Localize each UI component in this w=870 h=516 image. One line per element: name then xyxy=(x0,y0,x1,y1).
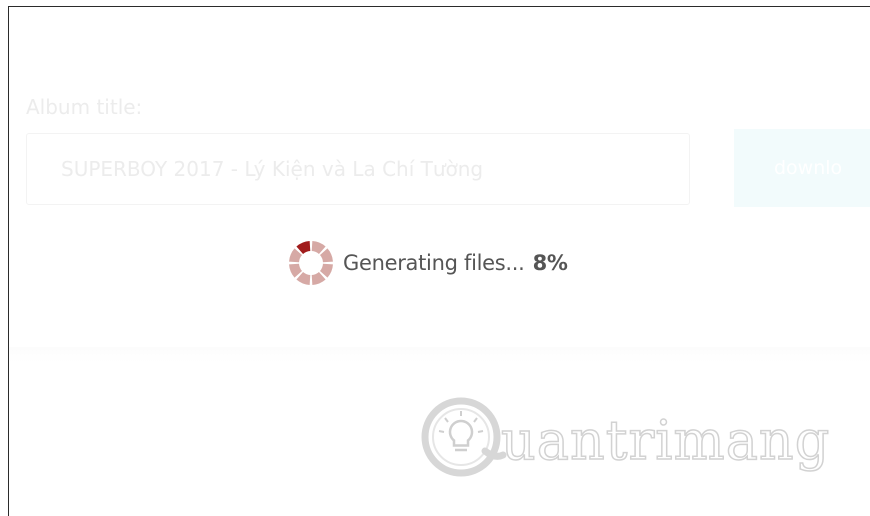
spinner-segment xyxy=(319,263,333,278)
spinner-segment xyxy=(311,271,326,285)
spinner-segment xyxy=(319,248,333,263)
lightbulb-logo-icon xyxy=(421,397,507,477)
watermark: uantrimang xyxy=(415,387,830,487)
status-percent: 8% xyxy=(532,251,568,275)
spinner-segment xyxy=(289,263,303,278)
download-panel: Album title: SUPERBOY 2017 - Lý Kiện và … xyxy=(9,7,870,347)
generating-status: Generating files... 8% xyxy=(287,239,568,287)
spinner-active-segment xyxy=(296,241,311,255)
spinner-segment xyxy=(311,241,326,255)
status-text: Generating files... xyxy=(343,251,525,275)
panel-divider xyxy=(9,347,870,363)
download-button[interactable]: downlo xyxy=(734,129,870,207)
album-title-input[interactable]: SUPERBOY 2017 - Lý Kiện và La Chí Tường xyxy=(26,133,690,205)
spinner-segment xyxy=(289,248,303,263)
loading-spinner-icon xyxy=(289,241,333,285)
browser-content-frame: Album title: SUPERBOY 2017 - Lý Kiện và … xyxy=(8,6,870,516)
album-title-label: Album title: xyxy=(26,95,143,119)
watermark-text: uantrimang xyxy=(500,408,831,473)
spinner-segment xyxy=(296,271,311,285)
